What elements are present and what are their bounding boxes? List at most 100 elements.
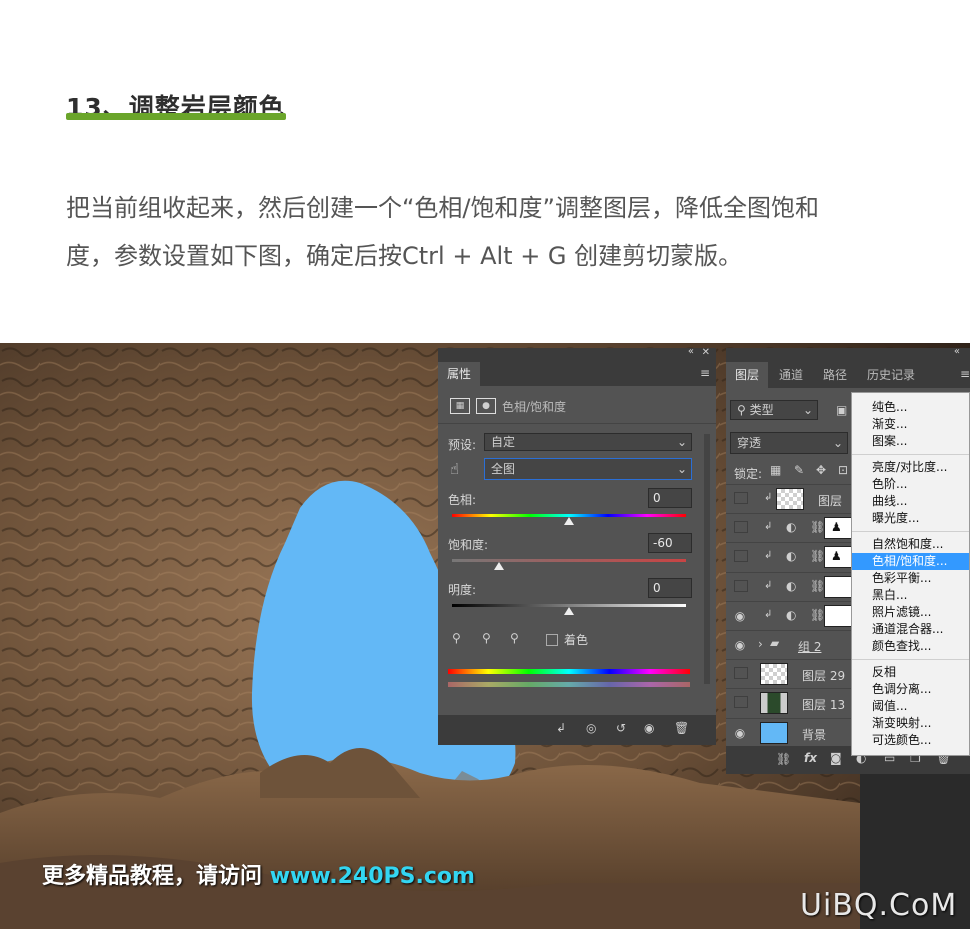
menu-item[interactable]: 纯色... [852,399,969,416]
visibility-off-box[interactable] [734,521,748,534]
layer-row[interactable]: ↲ ◐ ⛓ [726,571,854,602]
saturation-input[interactable]: -60 [648,533,692,553]
panel-menu-icon[interactable]: ≡ [700,366,710,380]
layer-mask-thumbnail[interactable] [824,604,852,627]
layer-row[interactable]: ◉ ↲ ◐ ⛓ [726,600,854,631]
saturation-slider-handle[interactable] [493,562,504,570]
tab-history[interactable]: 历史记录 [860,362,922,388]
menu-item[interactable]: 图案... [852,433,969,450]
menu-item[interactable]: 反相 [852,664,969,681]
menu-item[interactable]: 可选颜色... [852,732,969,749]
menu-item[interactable]: 曲线... [852,493,969,510]
hue-input[interactable]: 0 [648,488,692,508]
menu-item[interactable]: 自然饱和度... [852,536,969,553]
visibility-off-box[interactable] [734,696,748,709]
visibility-off-box[interactable] [734,550,748,563]
layer-name[interactable]: 组 2 [798,638,821,655]
eyedropper-plus-icon[interactable]: ⚲ [482,631,491,645]
layer-thumbnail[interactable] [776,488,804,510]
delete-trash-icon[interactable]: 🗑 [674,721,689,735]
lightness-slider-handle[interactable] [564,607,574,615]
preset-select[interactable]: 自定 ⌄ [484,433,692,451]
lock-transparent-icon[interactable]: ▦ [770,463,781,477]
visibility-eye-icon[interactable]: ◉ [734,638,746,652]
layer-row[interactable]: 图层 13 [726,688,854,718]
blend-mode-select[interactable]: 穿透 ⌄ [730,432,848,454]
menu-item[interactable]: 渐变... [852,416,969,433]
tab-paths[interactable]: 路径 [814,362,856,388]
layer-row[interactable]: ◉ 背景 [726,717,854,748]
chain-link-icon[interactable]: ⛓ [810,608,825,622]
hue-slider-track[interactable] [452,514,686,525]
tab-properties[interactable]: 属性 [438,362,480,386]
menu-item[interactable]: 色调分离... [852,681,969,698]
panel-menu-icon[interactable]: ≡ [960,367,970,381]
lock-label: 锁定: [734,467,763,481]
layer-mask-thumbnail[interactable]: ♟ [824,517,852,540]
layer-thumbnail[interactable] [760,663,788,686]
menu-item[interactable]: 色阶... [852,476,969,493]
collapse-icon[interactable]: « [954,346,960,357]
image-filter-icon[interactable]: ▣ [836,403,847,417]
menu-item[interactable]: 黑白... [852,587,969,604]
chain-link-icon[interactable]: ⛓ [810,520,825,534]
menu-item[interactable]: 曝光度... [852,510,969,527]
view-previous-icon[interactable]: ◎ [586,721,596,735]
layer-thumbnail[interactable] [760,721,788,744]
link-layers-icon[interactable]: ⛓ [776,752,791,766]
tab-channels[interactable]: 通道 [770,362,812,388]
layer-filter-select[interactable]: ⚲ 类型 ⌄ [730,400,818,420]
lock-pixels-icon[interactable]: ✎ [794,463,804,477]
menu-item[interactable]: 渐变映射... [852,715,969,732]
reset-icon[interactable]: ↺ [616,721,626,735]
eyedropper-minus-icon[interactable]: ⚲ [510,631,519,645]
layer-row[interactable]: ↲ ◐ ⛓ ♟ [726,542,854,572]
menu-item[interactable]: 色彩平衡... [852,570,969,587]
visibility-off-box[interactable] [734,667,748,680]
layer-name[interactable]: 图层 29 [802,667,845,684]
chevron-right-icon[interactable]: › [758,637,763,651]
close-icon[interactable]: ✕ [702,347,710,358]
layer-row[interactable]: ↲ ◐ ⛓ ♟ [726,513,854,543]
eyedropper-icon[interactable]: ⚲ [452,631,461,645]
lightness-slider-track[interactable] [452,604,686,615]
hue-slider-handle[interactable] [564,517,574,525]
layer-name[interactable]: 背景 [802,726,826,743]
layer-style-fx-icon[interactable]: fx [804,751,817,765]
layer-name[interactable]: 图层 13 [802,696,845,713]
menu-item[interactable]: 颜色查找... [852,638,969,655]
layer-row[interactable]: 图层 29 [726,659,854,689]
adjustment-layer-icon: ◐ [786,578,797,593]
layer-name[interactable]: 图层 [818,492,842,509]
clip-to-layer-icon[interactable]: ↲ [556,721,566,735]
menu-item[interactable]: 色相/饱和度... [852,553,969,570]
menu-item[interactable]: 照片滤镜... [852,604,969,621]
properties-scrollbar[interactable] [704,434,710,684]
menu-item[interactable]: 阈值... [852,698,969,715]
lock-artboard-icon[interactable]: ⊡ [838,463,848,477]
visibility-off-box[interactable] [734,492,748,504]
lightness-input[interactable]: 0 [648,578,692,598]
visibility-off-box[interactable] [734,579,748,592]
menu-item[interactable]: 亮度/对比度... [852,459,969,476]
lock-position-icon[interactable]: ✥ [816,463,826,477]
collapse-icon[interactable]: « [688,346,694,357]
add-mask-icon[interactable]: ◙ [830,751,842,765]
visibility-eye-icon[interactable]: ◉ [644,721,654,735]
tab-layers[interactable]: 图层 [726,362,768,388]
layer-mask-thumbnail[interactable]: ♟ [824,546,852,569]
layer-mask-thumbnail[interactable] [824,575,852,598]
menu-item[interactable]: 通道混合器... [852,621,969,638]
targeted-adjustment-hand-icon[interactable]: ☝ [450,460,459,478]
layer-thumbnail[interactable] [760,692,788,715]
layer-row[interactable]: ◉ › ▰ 组 2 [726,630,854,660]
visibility-eye-icon[interactable]: ◉ [734,609,746,623]
mask-icon[interactable]: ● [476,398,496,414]
colorize-checkbox[interactable] [546,634,558,646]
saturation-slider-track[interactable] [452,559,686,570]
layer-row[interactable]: ↲ 图层 [726,484,854,514]
visibility-eye-icon[interactable]: ◉ [734,726,746,740]
channel-select[interactable]: 全图 ⌄ [484,458,692,480]
chain-link-icon[interactable]: ⛓ [810,579,825,593]
chain-link-icon[interactable]: ⛓ [810,549,825,563]
